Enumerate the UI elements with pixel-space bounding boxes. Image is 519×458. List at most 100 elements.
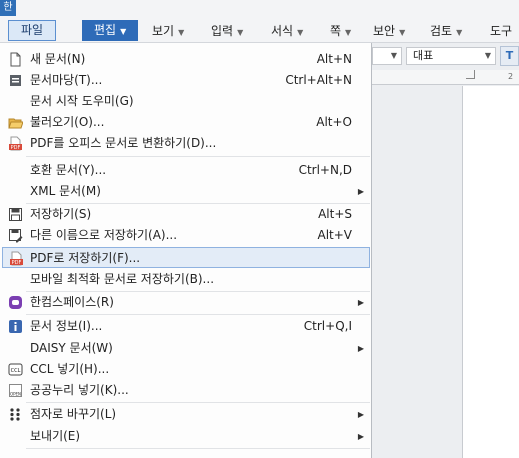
menu-view[interactable]: 보기 ▼ bbox=[152, 20, 184, 42]
info-icon bbox=[9, 320, 22, 333]
shortcut-text: Alt+N bbox=[316, 52, 352, 66]
menu-item-label: 다른 이름으로 저장하기(A)... bbox=[30, 228, 178, 242]
document-page[interactable] bbox=[462, 86, 519, 458]
shortcut-text: Ctrl+Alt+N bbox=[285, 73, 352, 87]
chevron-down-icon: ▼ bbox=[390, 51, 397, 60]
app-logo-icon: 한 bbox=[0, 0, 16, 16]
menu-item-new-doc[interactable]: 새 문서(N) Alt+N bbox=[2, 49, 370, 70]
menu-item-label: 보내기(E) bbox=[30, 429, 81, 443]
save-as-icon bbox=[9, 229, 23, 243]
menu-item-save[interactable]: 저장하기(S) Alt+S bbox=[2, 204, 370, 225]
submenu-arrow-icon: ▶ bbox=[357, 298, 364, 307]
menu-item-braille[interactable]: 점자로 바꾸기(L) ▶ bbox=[2, 404, 370, 425]
submenu-arrow-icon: ▶ bbox=[357, 344, 364, 353]
menu-tools[interactable]: 도구 bbox=[490, 20, 512, 42]
file-dropdown-menu: 새 문서(N) Alt+N 문서마당(T)... Ctrl+Alt+N 문서 시… bbox=[0, 43, 372, 458]
menu-separator bbox=[26, 402, 370, 403]
menu-separator bbox=[26, 314, 370, 315]
horizontal-ruler bbox=[372, 70, 519, 85]
submenu-arrow-icon: ▶ bbox=[357, 432, 364, 441]
menu-item-label: XML 문서(M) bbox=[30, 184, 101, 198]
menu-item-label: 공공누리 넣기(K)... bbox=[30, 383, 129, 397]
chevron-down-icon: ▼ bbox=[345, 28, 352, 37]
shortcut-text: Alt+S bbox=[318, 207, 352, 221]
menu-security-label: 보안 bbox=[373, 24, 396, 38]
menu-item-label: 호환 문서(Y)... bbox=[30, 163, 107, 177]
menu-separator bbox=[26, 156, 370, 157]
shortcut-text: Alt+O bbox=[316, 115, 352, 129]
save-icon bbox=[9, 208, 22, 221]
menu-item-daisy[interactable]: DAISY 문서(W) ▶ bbox=[2, 338, 370, 359]
ruler-number: 2 bbox=[508, 72, 514, 81]
menu-item-label: 새 문서(N) bbox=[30, 52, 86, 66]
pdf-file-icon: PDF bbox=[9, 136, 22, 151]
menu-tools-label: 도구 bbox=[490, 24, 513, 38]
menu-edit-label: 편집 bbox=[94, 23, 117, 37]
template-icon bbox=[10, 75, 21, 86]
menu-view-label: 보기 bbox=[152, 24, 175, 38]
chevron-down-icon: ▼ bbox=[297, 28, 304, 37]
menu-item-label: PDF로 저장하기(F)... bbox=[30, 251, 141, 265]
menu-format[interactable]: 서식 ▼ bbox=[271, 20, 303, 42]
menu-item-label: CCL 넣기(H)... bbox=[30, 362, 110, 376]
pdf-badge-text: PDF bbox=[12, 260, 22, 266]
menu-item-kogl[interactable]: OPEN 공공누리 넣기(K)... bbox=[2, 380, 370, 401]
menu-item-label: 불러오기(O)... bbox=[30, 115, 105, 129]
menu-input[interactable]: 입력 ▼ bbox=[211, 20, 243, 42]
menu-item-doc-mall[interactable]: 문서마당(T)... Ctrl+Alt+N bbox=[2, 70, 370, 91]
style-combo[interactable]: 대표 ▼ bbox=[406, 47, 496, 65]
menu-edit[interactable]: 편집 ▼ bbox=[82, 20, 138, 41]
text-tool-button[interactable]: T bbox=[500, 46, 519, 66]
menu-item-send[interactable]: 보내기(E) ▶ bbox=[2, 426, 370, 447]
menu-review-label: 검토 bbox=[430, 24, 453, 38]
menu-item-save-as[interactable]: 다른 이름으로 저장하기(A)... Alt+V bbox=[2, 225, 370, 246]
menu-format-label: 서식 bbox=[271, 24, 294, 38]
font-size-combo[interactable]: ▼ bbox=[372, 47, 402, 65]
menu-item-open[interactable]: 불러오기(O)... Alt+O bbox=[2, 112, 370, 133]
submenu-arrow-icon: ▶ bbox=[357, 187, 364, 196]
menu-item-label: 문서마당(T)... bbox=[30, 73, 103, 87]
menu-item-compat[interactable]: 호환 문서(Y)... Ctrl+N,D bbox=[2, 160, 370, 181]
menu-bar: 한 파일 편집 ▼ 보기 ▼ 입력 ▼ 서식 ▼ 쪽 ▼ 보안 ▼ 검토 ▼ 도구 bbox=[0, 0, 519, 43]
new-document-icon bbox=[10, 52, 21, 67]
menu-item-doc-start[interactable]: 문서 시작 도우미(G) bbox=[2, 91, 370, 112]
style-combo-value: 대표 bbox=[413, 49, 434, 62]
menu-input-label: 입력 bbox=[211, 24, 234, 38]
menu-item-label: DAISY 문서(W) bbox=[30, 341, 113, 355]
chevron-down-icon: ▼ bbox=[237, 28, 244, 37]
menu-item-pdf-convert[interactable]: PDF PDF를 오피스 문서로 변환하기(D)... bbox=[2, 133, 370, 154]
menu-item-label: 점자로 바꾸기(L) bbox=[30, 407, 117, 421]
ccl-badge-text: CCL bbox=[11, 368, 21, 374]
menu-item-xml[interactable]: XML 문서(M) ▶ bbox=[2, 181, 370, 202]
menu-item-partial[interactable] bbox=[2, 450, 370, 458]
menu-item-label: 문서 시작 도우미(G) bbox=[30, 94, 134, 108]
pdf-badge-text: PDF bbox=[11, 145, 21, 151]
menu-security[interactable]: 보안 ▼ bbox=[373, 20, 405, 42]
menu-review[interactable]: 검토 ▼ bbox=[430, 20, 462, 42]
pdf-file-icon: PDF bbox=[10, 251, 23, 266]
menu-file[interactable]: 파일 bbox=[8, 20, 56, 41]
kogl-badge-text: OPEN bbox=[10, 392, 21, 397]
shortcut-text: Alt+V bbox=[317, 228, 352, 242]
chevron-down-icon: ▼ bbox=[399, 28, 406, 37]
shortcut-text: Ctrl+Q,I bbox=[303, 319, 352, 333]
menu-item-label: 저장하기(S) bbox=[30, 207, 92, 221]
menu-item-label: PDF를 오피스 문서로 변환하기(D)... bbox=[30, 136, 217, 150]
menu-item-ccl[interactable]: CCL CCL 넣기(H)... bbox=[2, 359, 370, 380]
chevron-down-icon: ▼ bbox=[178, 28, 185, 37]
menu-item-save-pdf[interactable]: PDF PDF로 저장하기(F)... bbox=[2, 247, 370, 268]
braille-icon bbox=[10, 408, 20, 421]
submenu-arrow-icon: ▶ bbox=[357, 410, 364, 419]
menu-page-label: 쪽 bbox=[330, 24, 342, 38]
menu-page[interactable]: 쪽 ▼ bbox=[330, 20, 351, 42]
menu-item-save-mobile[interactable]: 모바일 최적화 문서로 저장하기(B)... bbox=[2, 269, 370, 290]
kogl-icon: OPEN bbox=[9, 384, 22, 397]
menu-item-doc-info[interactable]: 문서 정보(I)... Ctrl+Q,I bbox=[2, 316, 370, 337]
hancom-space-icon bbox=[9, 296, 22, 309]
ccl-icon: CCL bbox=[8, 363, 23, 376]
menu-item-label: 모바일 최적화 문서로 저장하기(B)... bbox=[30, 272, 215, 286]
page-corner-mark bbox=[466, 70, 475, 79]
menu-item-hancom-space[interactable]: 한컴스페이스(R) ▶ bbox=[2, 292, 370, 313]
folder-open-icon bbox=[8, 118, 23, 129]
menu-item-label: 한컴스페이스(R) bbox=[30, 295, 114, 309]
